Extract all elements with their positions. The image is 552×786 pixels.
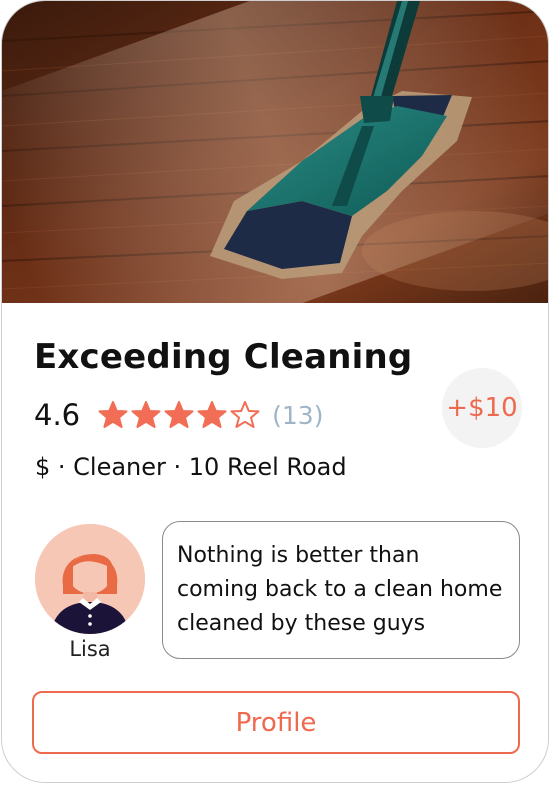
mop-photo <box>2 1 548 303</box>
star-empty-icon <box>230 401 260 428</box>
rating-row: 4.6 (13) <box>34 393 323 437</box>
rating-value: 4.6 <box>34 398 81 432</box>
reviewer-name: Lisa <box>69 637 111 661</box>
reviewer-avatar <box>35 524 145 634</box>
rating-stars <box>98 400 260 430</box>
service-photo <box>2 1 548 303</box>
review-count[interactable]: (13) <box>272 401 323 430</box>
profile-button[interactable]: Profile <box>32 691 520 754</box>
service-title: Exceeding Cleaning <box>34 337 413 377</box>
star-filled-icon <box>164 401 194 428</box>
bonus-badge: +$10 <box>442 368 522 448</box>
service-card: Exceeding Cleaning 4.6 (13) +$10 $ · Cle… <box>1 0 549 783</box>
service-meta: $ · Cleaner · 10 Reel Road <box>35 453 347 481</box>
review-quote: Nothing is better than coming back to a … <box>162 521 520 659</box>
star-filled-icon <box>197 401 227 428</box>
star-filled-icon <box>98 401 128 428</box>
star-filled-icon <box>131 401 161 428</box>
avatar-icon <box>35 524 145 634</box>
